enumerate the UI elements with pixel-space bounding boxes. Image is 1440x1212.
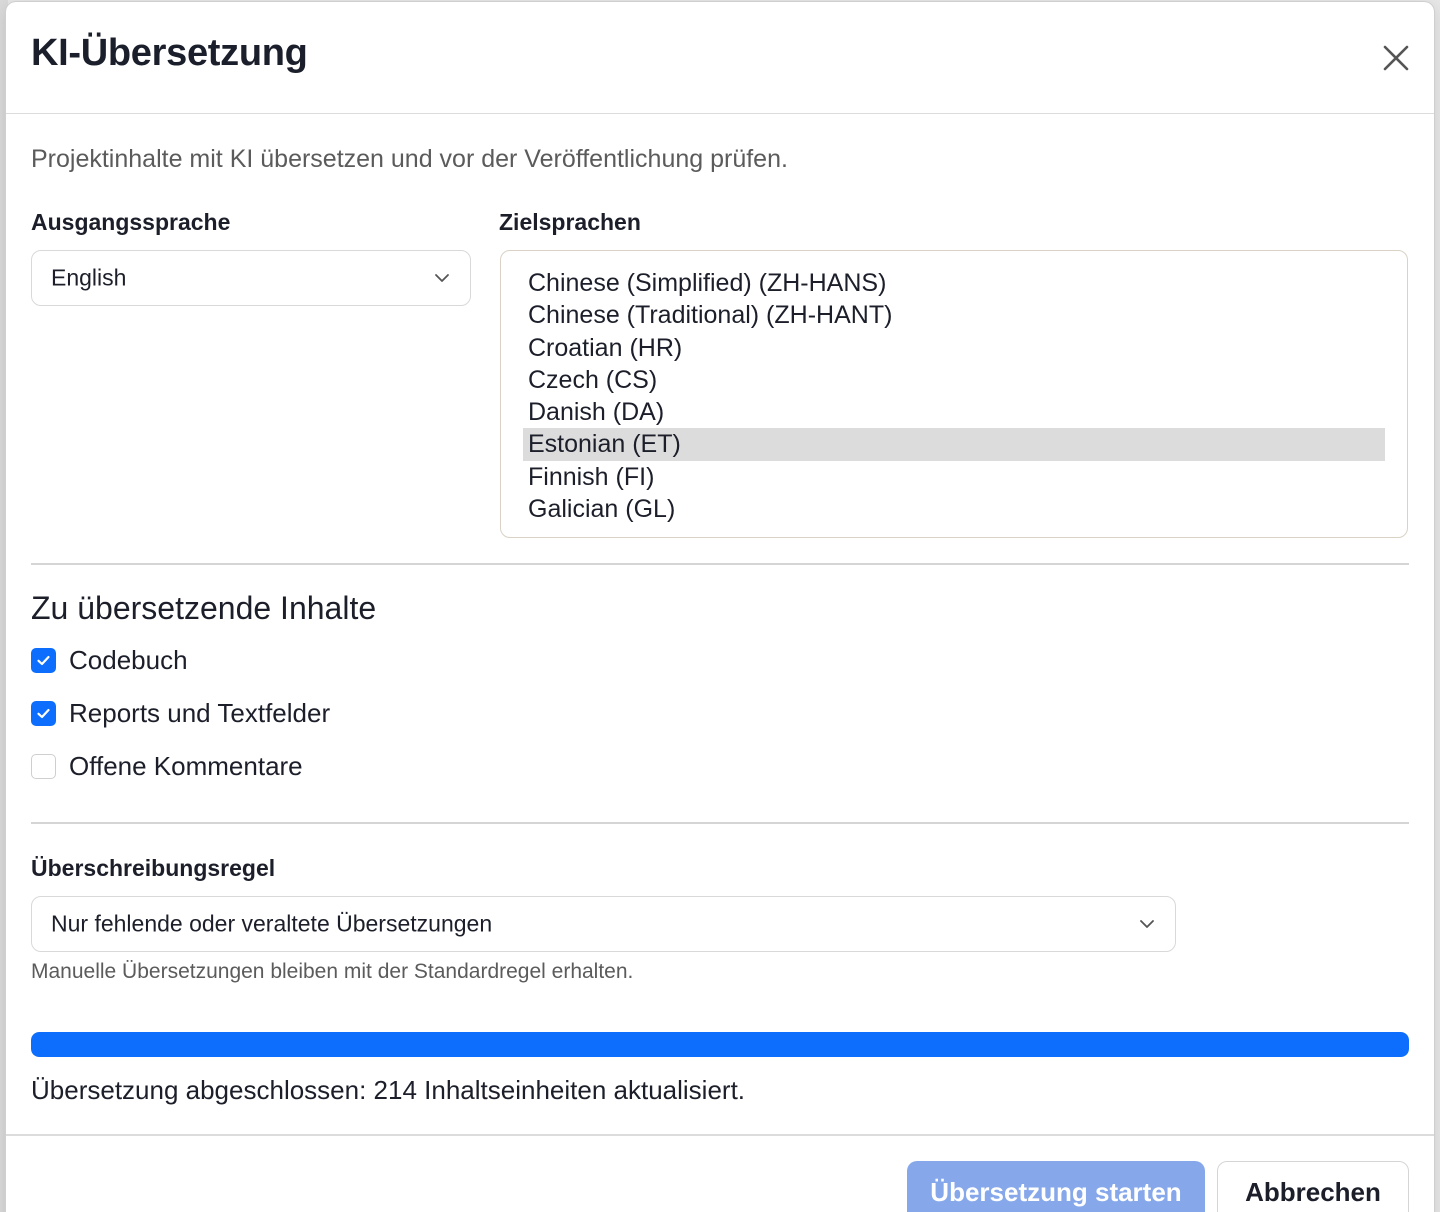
footer-divider [6,1134,1434,1136]
translation-progress-bar [31,1032,1409,1057]
translation-status: Übersetzung abgeschlossen: 214 Inhaltsei… [31,1075,746,1105]
content-section-title: Zu übersetzende Inhalte [31,590,377,626]
translation-dialog: KI-Übersetzung Projektinhalte mit KI übe… [6,2,1434,1212]
reports-checkbox[interactable] [31,700,56,726]
dialog-title: KI-Übersetzung [31,32,308,74]
source-language-select[interactable]: English [31,250,471,306]
language-option[interactable]: Croatian (HR) [523,332,1385,364]
cancel-button[interactable]: Abbrechen [1217,1161,1409,1212]
overwrite-rule-value: Nur fehlende oder veraltete Übersetzunge… [51,910,493,937]
target-languages-label: Zielsprachen [499,209,641,235]
language-option[interactable]: Chinese (Traditional) (ZH-HANT) [523,299,1385,331]
dialog-header: KI-Übersetzung [6,2,1434,114]
overwrite-rule-help: Manuelle Übersetzungen bleiben mit der S… [31,960,634,983]
chevron-down-icon [435,274,449,282]
section-divider [31,822,1409,824]
option-comments[interactable]: Offene Kommentare [31,751,303,781]
language-option[interactable]: Czech (CS) [523,364,1385,396]
start-translation-button[interactable]: Übersetzung starten [907,1161,1205,1212]
overwrite-rule-label: Überschreibungsregel [31,855,276,881]
codebuch-label: Codebuch [69,644,188,675]
language-option[interactable]: Chinese (Simplified) (ZH-HANS) [523,267,1385,299]
dialog-description: Projektinhalte mit KI übersetzen und vor… [31,145,788,173]
chevron-down-icon [1140,920,1154,928]
language-option[interactable]: Finnish (FI) [523,461,1385,493]
comments-label: Offene Kommentare [69,750,303,781]
close-button[interactable] [1378,40,1414,76]
language-option[interactable]: Danish (DA) [523,396,1385,428]
reports-label: Reports und Textfelder [69,697,331,728]
option-reports[interactable]: Reports und Textfelder [31,698,330,728]
checkmark-icon [37,655,50,665]
close-icon [1383,45,1409,71]
source-language-label: Ausgangssprache [31,209,231,235]
target-languages-listbox[interactable]: Chinese (Simplified) (ZH-HANS) Chinese (T… [500,250,1408,538]
checkmark-icon [37,708,50,718]
language-option[interactable]: Galician (GL) [523,493,1385,525]
codebuch-checkbox[interactable] [31,647,56,673]
progress-fill [31,1032,1409,1057]
option-codebuch[interactable]: Codebuch [31,645,188,675]
overwrite-rule-select[interactable]: Nur fehlende oder veraltete Übersetzunge… [31,896,1176,952]
source-language-value: English [51,264,127,291]
section-divider [31,563,1409,565]
language-option[interactable]: Estonian (ET) [523,428,1385,461]
comments-checkbox[interactable] [31,753,56,779]
